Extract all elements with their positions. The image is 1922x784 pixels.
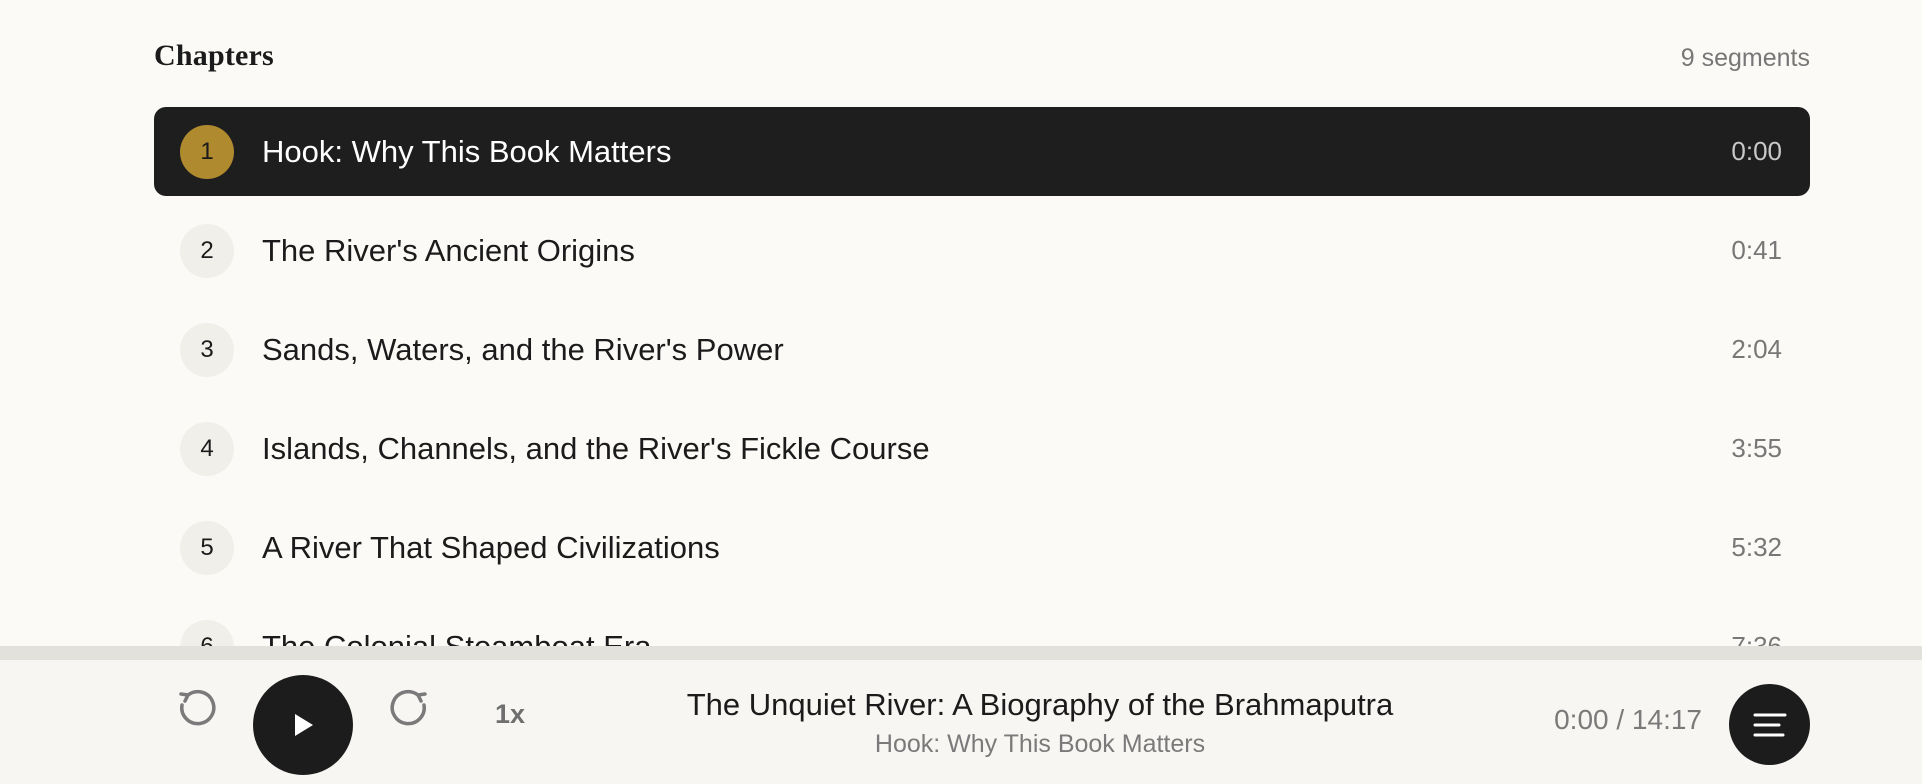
chapter-title: The River's Ancient Origins <box>262 232 635 268</box>
playback-speed-button[interactable]: 1x <box>480 696 540 732</box>
chapter-number: 6 <box>180 619 234 646</box>
chapter-number: 5 <box>180 520 234 575</box>
forward-button[interactable] <box>384 682 436 734</box>
chapter-row-5[interactable]: 5 A River That Shaped Civilizations 5:32 <box>154 503 1810 592</box>
chapters-panel: Chapters 9 segments 1 Hook: Why This Boo… <box>154 0 1810 646</box>
segments-count: 9 segments <box>1680 44 1810 72</box>
progress-bar[interactable] <box>0 646 1922 660</box>
player-bar: 1x The Unquiet River: A Biography of the… <box>0 660 1922 784</box>
chapter-start-time: 5:32 <box>1731 532 1782 562</box>
chapter-start-time: 3:55 <box>1731 433 1782 463</box>
chapter-row-6[interactable]: 6 The Colonial Steamboat Era 7:36 <box>154 602 1810 646</box>
chapter-row-3[interactable]: 3 Sands, Waters, and the River's Power 2… <box>154 305 1810 394</box>
chapter-title: Islands, Channels, and the River's Fickl… <box>262 430 930 466</box>
chapter-start-time: 7:36 <box>1731 631 1782 646</box>
chapter-start-time: 2:04 <box>1731 334 1782 364</box>
forward-icon <box>390 689 427 726</box>
chapter-list: 1 Hook: Why This Book Matters 0:00 2 The… <box>154 107 1810 646</box>
chapter-number: 3 <box>180 322 234 377</box>
chapter-number: 2 <box>180 223 234 278</box>
chapters-menu-button[interactable] <box>1729 684 1810 765</box>
rewind-icon <box>179 689 216 726</box>
chapter-title: A River That Shaped Civilizations <box>262 529 720 565</box>
chapter-number: 1 <box>180 124 234 179</box>
chapter-row-2[interactable]: 2 The River's Ancient Origins 0:41 <box>154 206 1810 295</box>
chapter-row-1[interactable]: 1 Hook: Why This Book Matters 0:00 <box>154 107 1810 196</box>
chapter-title: Sands, Waters, and the River's Power <box>262 331 784 367</box>
now-playing-info: The Unquiet River: A Biography of the Br… <box>600 687 1480 759</box>
chapters-menu-icon <box>1753 713 1786 736</box>
chapter-number: 4 <box>180 421 234 476</box>
chapter-title: The Colonial Steamboat Era <box>262 628 652 647</box>
chapter-start-time: 0:00 <box>1731 136 1782 166</box>
rewind-button[interactable] <box>170 682 222 734</box>
book-title: The Unquiet River: A Biography of the Br… <box>686 687 1394 722</box>
play-icon <box>295 714 313 736</box>
chapters-header: Chapters 9 segments <box>154 0 1810 107</box>
chapters-title: Chapters <box>154 39 274 72</box>
current-chapter-label: Hook: Why This Book Matters <box>874 730 1206 759</box>
chapter-title: Hook: Why This Book Matters <box>262 133 672 169</box>
time-readout: 0:00 / 14:17 <box>1554 704 1702 735</box>
play-button[interactable] <box>253 675 353 775</box>
chapter-start-time: 0:41 <box>1731 235 1782 265</box>
chapter-row-4[interactable]: 4 Islands, Channels, and the River's Fic… <box>154 404 1810 493</box>
